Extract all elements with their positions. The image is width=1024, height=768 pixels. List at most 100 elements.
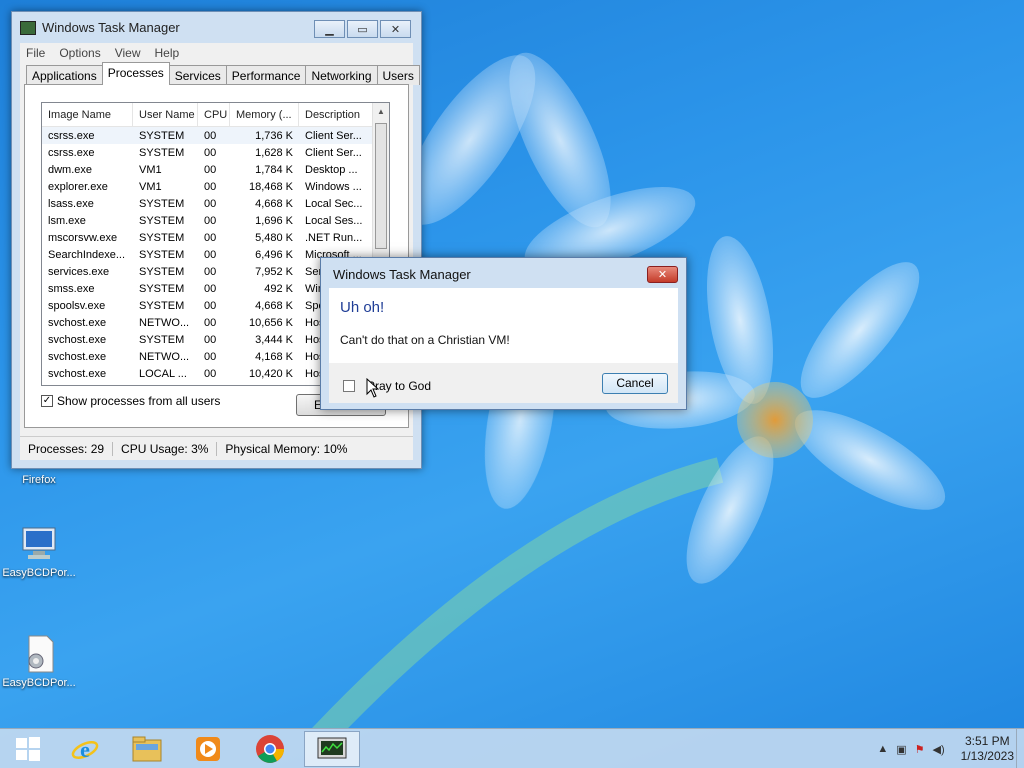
- windows-logo-icon: [16, 737, 40, 761]
- tab-services[interactable]: Services: [168, 65, 227, 85]
- table-row[interactable]: lsm.exe SYSTEM 00 1,696 K Local Ses...: [42, 212, 389, 229]
- cell-memory: 7,952 K: [255, 265, 293, 278]
- cell-user-name: SYSTEM: [139, 282, 185, 295]
- status-bar: Processes: 29 CPU Usage: 3% Physical Mem…: [20, 436, 413, 460]
- dialog-close-button[interactable]: ✕: [647, 266, 678, 283]
- clock[interactable]: 3:51 PM 1/13/2023: [961, 734, 1014, 764]
- process-list-header: Image Name User Name CPU Memory (... Des…: [42, 103, 389, 127]
- show-all-processes-label: Show processes from all users: [57, 394, 221, 408]
- cell-image-name: csrss.exe: [48, 146, 95, 159]
- clock-time: 3:51 PM: [964, 734, 1010, 748]
- cell-user-name: LOCAL ...: [139, 367, 187, 380]
- dialog-cancel-button[interactable]: Cancel: [602, 373, 668, 394]
- cell-memory: 4,668 K: [255, 197, 293, 210]
- taskbar-file-explorer[interactable]: [119, 731, 175, 767]
- scroll-up-icon[interactable]: ▲: [377, 107, 385, 116]
- cell-user-name: SYSTEM: [139, 129, 185, 142]
- tab-processes[interactable]: Processes: [101, 62, 170, 85]
- taskbar-chrome[interactable]: [242, 731, 298, 767]
- column-user-name[interactable]: User Name: [133, 103, 198, 126]
- volume-icon[interactable]: ◀): [932, 743, 944, 756]
- cell-image-name: spoolsv.exe: [48, 299, 106, 312]
- column-image-name[interactable]: Image Name: [42, 103, 133, 126]
- tab-users[interactable]: Users: [376, 65, 420, 85]
- column-cpu[interactable]: CPU: [198, 103, 230, 126]
- cell-user-name: SYSTEM: [139, 146, 185, 159]
- table-row[interactable]: csrss.exe SYSTEM 00 1,736 K Client Ser...: [42, 127, 389, 144]
- cell-description: .NET Run...: [305, 231, 363, 244]
- table-row[interactable]: explorer.exe VM1 00 18,468 K Windows ...: [42, 178, 389, 195]
- easybcd-icon: [19, 524, 59, 564]
- tab-networking[interactable]: Networking: [305, 65, 378, 85]
- cell-cpu: 00: [204, 316, 217, 329]
- firefox-desktop-label: Firefox: [22, 474, 56, 486]
- menu-view[interactable]: View: [109, 46, 149, 60]
- menu-options[interactable]: Options: [53, 46, 108, 60]
- taskbar-media-player[interactable]: [180, 731, 236, 767]
- easybcd-2-label: EasyBCDPor...: [2, 677, 76, 689]
- cell-memory: 1,628 K: [255, 146, 293, 159]
- show-hidden-icons-icon[interactable]: ▲: [877, 743, 888, 755]
- dialog-footer: Pray to God Cancel: [329, 363, 678, 403]
- file-gear-icon: [19, 634, 59, 674]
- cell-cpu: 00: [204, 350, 217, 363]
- minimize-button[interactable]: ▁: [314, 20, 345, 38]
- desktop-icon-easybcd-1[interactable]: EasyBCDPor...: [0, 524, 78, 579]
- table-row[interactable]: lsass.exe SYSTEM 00 4,668 K Local Sec...: [42, 195, 389, 212]
- task-manager-icon: [317, 737, 347, 759]
- cell-cpu: 00: [204, 248, 217, 261]
- desktop-icon-easybcd-2[interactable]: EasyBCDPor...: [0, 634, 78, 689]
- show-all-processes-checkbox[interactable]: ✓: [41, 395, 53, 407]
- cell-image-name: explorer.exe: [48, 180, 108, 193]
- cell-memory: 18,468 K: [248, 180, 293, 193]
- cell-user-name: SYSTEM: [139, 333, 185, 346]
- menu-help[interactable]: Help: [149, 46, 188, 60]
- desktop-icon-firefox[interactable]: Firefox: [0, 474, 78, 486]
- cell-image-name: SearchIndexe...: [48, 248, 126, 261]
- show-all-processes-option[interactable]: ✓ Show processes from all users: [41, 394, 220, 408]
- table-row[interactable]: mscorsvw.exe SYSTEM 00 5,480 K .NET Run...: [42, 229, 389, 246]
- show-desktop-button[interactable]: [1016, 729, 1024, 768]
- table-row[interactable]: csrss.exe SYSTEM 00 1,628 K Client Ser...: [42, 144, 389, 161]
- column-memory[interactable]: Memory (...: [230, 103, 299, 126]
- menu-bar: File Options View Help: [20, 43, 413, 63]
- cell-image-name: csrss.exe: [48, 129, 95, 142]
- close-button[interactable]: ✕: [380, 20, 411, 38]
- task-manager-app-icon: [20, 20, 36, 35]
- system-tray: ▲ ▣ ⚑ ◀) 3:51 PM 1/13/2023: [877, 729, 1014, 768]
- folder-icon: [132, 736, 162, 762]
- cell-image-name: dwm.exe: [48, 163, 93, 176]
- maximize-icon: ▭: [357, 23, 368, 36]
- cell-cpu: 00: [204, 163, 217, 176]
- network-icon[interactable]: ▣: [896, 743, 906, 756]
- tab-bar: Applications Processes Services Performa…: [26, 62, 420, 85]
- cell-memory: 4,168 K: [255, 350, 293, 363]
- close-icon: ✕: [657, 269, 668, 281]
- menu-file[interactable]: File: [20, 46, 53, 60]
- pray-option[interactable]: Pray to God: [343, 379, 431, 393]
- column-description[interactable]: Description: [299, 103, 373, 126]
- cell-description: Desktop ...: [305, 163, 358, 176]
- cell-cpu: 00: [204, 265, 217, 278]
- cell-memory: 492 K: [264, 282, 293, 295]
- pray-checkbox[interactable]: [343, 380, 355, 392]
- cell-image-name: smss.exe: [48, 282, 95, 295]
- cell-memory: 4,668 K: [255, 299, 293, 312]
- cell-user-name: SYSTEM: [139, 214, 185, 227]
- action-center-icon[interactable]: ⚑: [915, 743, 925, 756]
- tab-performance[interactable]: Performance: [225, 65, 307, 85]
- cell-cpu: 00: [204, 129, 217, 142]
- cell-cpu: 00: [204, 282, 217, 295]
- cell-memory: 10,420 K: [248, 367, 293, 380]
- cell-image-name: svchost.exe: [48, 367, 107, 380]
- scrollbar-thumb[interactable]: [375, 123, 387, 249]
- cell-cpu: 00: [204, 197, 217, 210]
- taskbar-task-manager[interactable]: [304, 731, 360, 767]
- maximize-button[interactable]: ▭: [347, 20, 378, 38]
- cell-image-name: mscorsvw.exe: [48, 231, 118, 244]
- cell-cpu: 00: [204, 146, 217, 159]
- table-row[interactable]: dwm.exe VM1 00 1,784 K Desktop ...: [42, 161, 389, 178]
- tab-applications[interactable]: Applications: [26, 65, 103, 85]
- start-button[interactable]: [0, 731, 56, 767]
- taskbar-internet-explorer[interactable]: e: [57, 731, 113, 767]
